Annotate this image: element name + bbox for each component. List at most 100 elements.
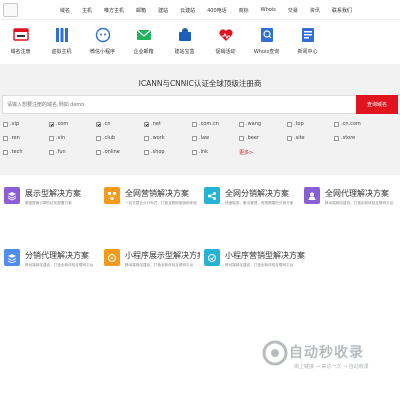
tld-checkbox[interactable] [192, 121, 197, 127]
server-icon [54, 27, 70, 43]
tld-option[interactable]: .net [144, 120, 161, 128]
tld-checkbox[interactable] [3, 135, 8, 141]
tld-option[interactable]: .law [192, 134, 209, 142]
news-icon [300, 27, 316, 43]
tld-checkbox[interactable] [96, 149, 101, 155]
tld-checkbox[interactable] [334, 135, 339, 141]
domain-search-box: 查询域名 [2, 95, 398, 114]
tld-option[interactable]: .shop [144, 148, 165, 156]
card-description: 移动端网站建设，打造全新体验互联网平台 [225, 263, 294, 267]
card-title: 展示型解决方案 [25, 189, 81, 198]
solution-card[interactable]: 分销代理解决方案 移动端网站建设，打造全新体验互联网平台 [0, 237, 100, 297]
nav-item-domain[interactable]: 域名 [60, 7, 70, 14]
card-title: 全网营销解决方案 [125, 189, 189, 198]
tld-option[interactable]: .work [144, 134, 165, 142]
tld-option[interactable]: .ren [3, 134, 20, 142]
service-wechat-miniapp[interactable]: 微信小程序 [82, 27, 123, 63]
tld-option[interactable]: .fun [49, 148, 66, 156]
card-title: 小程序展示型解决方案 [125, 251, 205, 260]
more-tlds-link[interactable]: 更多> [239, 149, 253, 156]
domain-search-input[interactable] [3, 96, 355, 113]
service-virtual-host[interactable]: 虚拟主机 [41, 27, 82, 63]
solution-card[interactable]: 小程序展示型解决方案 移动端网站建设，打造全新体验互联网平台 [100, 237, 205, 297]
card-description: 覆盖搜索引擎的优化配置方案 [25, 201, 72, 205]
nav-item-cloud-site[interactable]: 云建站 [180, 7, 195, 14]
site-logo[interactable] [3, 3, 18, 17]
tld-checkbox[interactable] [239, 121, 244, 127]
card-description: 快速裂变，集中管理，有限需要的分销方案 [225, 201, 294, 205]
tld-checkbox[interactable] [49, 149, 54, 155]
tld-checkbox[interactable] [192, 135, 197, 141]
solution-card[interactable]: 小程序营销型解决方案 移动端网站建设，打造全新体验互联网平台 [200, 237, 305, 297]
tld-checkbox[interactable] [3, 149, 8, 155]
search-doc-icon [259, 27, 275, 43]
nav-item-host[interactable]: 主机 [82, 7, 92, 14]
solution-card[interactable]: 全网代理解决方案 移动端网站建设，打造全新体验互联网平台 [300, 175, 400, 235]
card-description: 移动端网站建设，打造全新体验互联网平台 [25, 263, 94, 267]
tld-option[interactable]: .top [287, 120, 304, 128]
card-description: 移动端网站建设，打造全新体验互联网平台 [125, 263, 194, 267]
solution-card[interactable]: 全网分销解决方案 快速裂变，集中管理，有限需要的分销方案 [200, 175, 300, 235]
mail-icon [136, 27, 152, 43]
tld-checkbox[interactable] [96, 121, 101, 127]
tld-option[interactable]: .online [96, 148, 120, 156]
solution-card[interactable]: 全网营销解决方案 一站式整合分分布式，打造互联网营销新体验 [100, 175, 200, 235]
nav-item-trademark[interactable]: 商标 [239, 7, 249, 14]
tld-option[interactable]: .store [334, 134, 355, 142]
card-title: 小程序营销型解决方案 [225, 251, 305, 260]
service-site-box[interactable]: 建站宝盒 [164, 27, 205, 63]
miniapp-icon [104, 249, 120, 266]
tld-checkbox[interactable] [334, 121, 339, 127]
tld-option[interactable]: .com.cn [192, 120, 219, 128]
banner-title: ICANN与CNNIC认证全球顶级注册商 [138, 79, 262, 88]
tld-checkbox[interactable] [287, 135, 292, 141]
tld-option[interactable]: .cn [96, 120, 111, 128]
share-icon [204, 187, 220, 204]
nav-item-weifang-host[interactable]: 唯方主机 [104, 7, 124, 14]
tld-checkbox[interactable] [96, 135, 101, 141]
tld-option[interactable]: .site [287, 134, 305, 142]
nav-item-400-phone[interactable]: 400电话 [207, 7, 227, 14]
tld-option[interactable]: .vip [3, 120, 19, 128]
service-whois[interactable]: Whois查询 [246, 27, 287, 63]
tld-option[interactable]: .com [49, 120, 68, 128]
service-promotions[interactable]: 促销活动 [205, 27, 246, 63]
service-shortcuts: 域名注册 虚拟主机 微信小程序 企业邮箱 建站宝盒 促销活动 Whois查询 新… [0, 27, 330, 63]
tld-checkbox[interactable] [144, 135, 149, 141]
tld-checkbox[interactable] [239, 135, 244, 141]
nav-item-trade[interactable]: 交易 [288, 7, 298, 14]
tld-checkbox[interactable] [287, 121, 292, 127]
tld-checkbox[interactable] [49, 121, 54, 127]
tld-option[interactable]: .tech [3, 148, 23, 156]
solution-card[interactable]: 展示型解决方案 覆盖搜索引擎的优化配置方案 [0, 175, 100, 235]
nav-item-whois[interactable]: Whois [261, 7, 276, 13]
tld-checkbox[interactable] [144, 149, 149, 155]
tld-checkbox[interactable] [192, 149, 197, 155]
tld-checkbox[interactable] [49, 135, 54, 141]
watermark: 自动秒收录 做上链接 → 来访一次 → 自动收录 [260, 340, 400, 390]
search-domain-button[interactable]: 查询域名 [356, 95, 398, 114]
tld-option[interactable]: .club [96, 134, 115, 142]
box-icon [177, 27, 193, 43]
service-domain[interactable]: 域名注册 [0, 27, 41, 63]
miniapp-sales-icon [204, 249, 220, 266]
tld-option[interactable]: .cn.com [334, 120, 361, 128]
card-title: 全网代理解决方案 [325, 189, 389, 198]
nav-item-site[interactable]: 建站 [158, 7, 168, 14]
nav-item-news[interactable]: 资讯 [310, 7, 320, 14]
tld-checkbox[interactable] [144, 121, 149, 127]
card-description: 一站式整合分分布式，打造互联网营销新体验 [125, 201, 197, 205]
service-enterprise-mail[interactable]: 企业邮箱 [123, 27, 164, 63]
service-news[interactable]: 新闻中心 [287, 27, 328, 63]
tld-checkbox[interactable] [3, 121, 8, 127]
tld-option[interactable]: .wang [239, 120, 261, 128]
nav-item-contact[interactable]: 联系我们 [332, 7, 352, 14]
layers-icon [4, 187, 20, 204]
nav-item-mail[interactable]: 邮箱 [136, 7, 146, 14]
tld-option[interactable]: .ink [192, 148, 208, 156]
tld-option[interactable]: .xin [49, 134, 65, 142]
tld-option[interactable]: .beer [239, 134, 259, 142]
nav-links: 域名 主机 唯方主机 邮箱 建站 云建站 400电话 商标 Whois 交易 资… [60, 0, 364, 20]
card-title: 全网分销解决方案 [225, 189, 289, 198]
watermark-text: 自动秒收录 [289, 345, 364, 361]
